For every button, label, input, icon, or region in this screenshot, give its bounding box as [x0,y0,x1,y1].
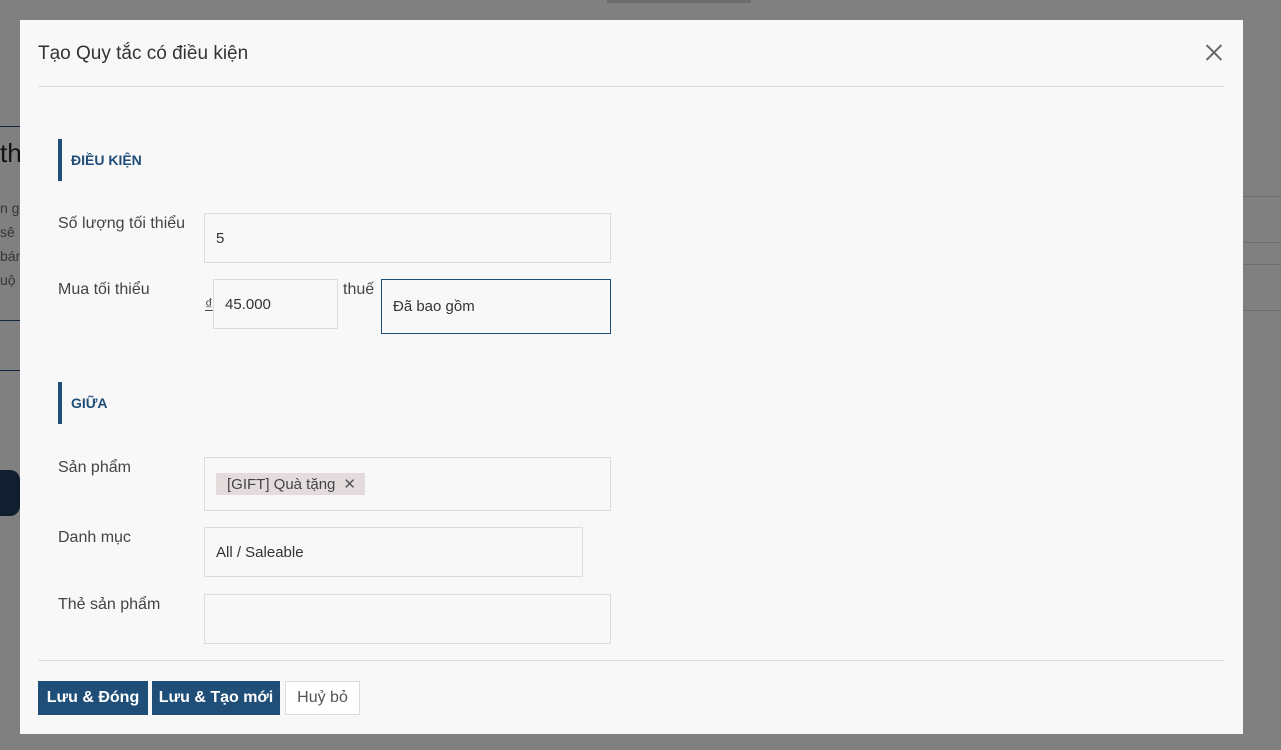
section-between-heading: GIỮA [58,382,108,424]
tax-label: thuế [343,281,375,298]
tax-mode-select[interactable]: Đã bao gồm [381,279,611,334]
currency-symbol: ₫ [205,296,213,313]
section-conditions-heading: ĐIỀU KIỆN [58,139,142,181]
product-tags-input[interactable] [204,594,611,644]
products-label: Sản phẩm [58,459,131,476]
category-input[interactable]: All / Saleable [204,527,583,577]
min-purchase-input[interactable]: 45.000 [213,279,338,329]
save-close-button[interactable]: Lưu & Đóng [38,681,148,715]
save-new-button[interactable]: Lưu & Tạo mới [152,681,280,715]
min-quantity-label: Số lượng tối thiểu [58,215,186,232]
min-purchase-label: Mua tối thiểu [58,281,150,298]
dialog-footer [38,660,1224,661]
category-label: Danh mục [58,529,131,546]
product-tag-label: [GIFT] Quà tặng [227,475,336,493]
products-tag-input[interactable]: [GIFT] Quà tặng ✕ [204,457,611,511]
min-quantity-input[interactable]: 5 [204,213,611,263]
cancel-button[interactable]: Huỷ bỏ [285,681,360,715]
close-icon[interactable] [1204,42,1224,62]
product-tags-label: Thẻ sản phẩm [58,596,161,613]
dialog-title: Tạo Quy tắc có điều kiện [38,43,249,64]
remove-tag-icon[interactable]: ✕ [343,475,356,493]
conditional-rule-dialog: Tạo Quy tắc có điều kiện ĐIỀU KIỆN Số lư… [20,20,1243,734]
dialog-header: Tạo Quy tắc có điều kiện [38,20,1224,87]
product-tag: [GIFT] Quà tặng ✕ [216,473,365,495]
